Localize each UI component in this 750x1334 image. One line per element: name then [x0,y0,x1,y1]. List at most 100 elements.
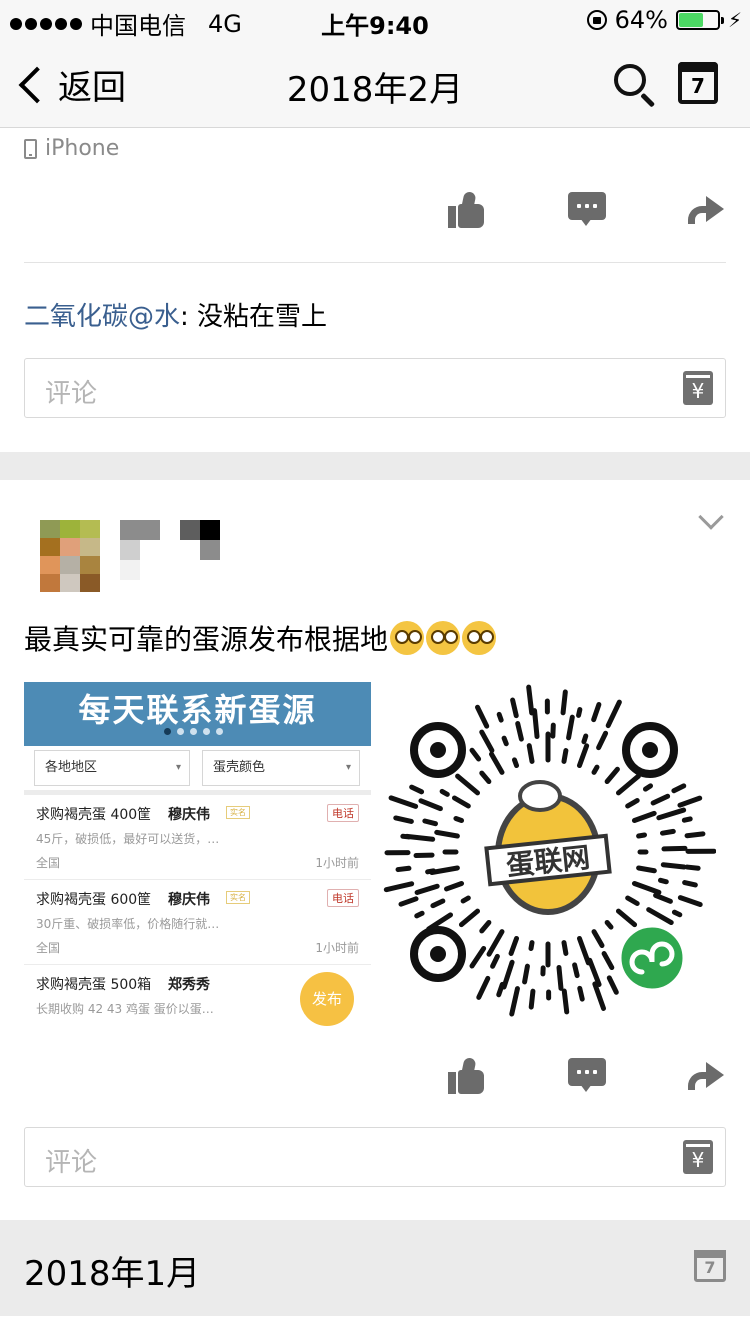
share-icon[interactable] [686,192,726,228]
post-separator [0,452,750,480]
listing-title: 求购褐壳蛋 600筐 [36,892,152,908]
battery-fill [678,13,704,27]
post-image-app-screenshot[interactable]: 每天联系新蛋源 各地地区 蛋壳颜色 求购褐壳蛋 400筐 穆庆伟 实名 电话 4… [24,682,371,1028]
listing-name: 穆庆伟 [168,807,210,823]
source-label: iPhone [45,136,120,161]
emoji-icon [426,621,461,655]
qr-module [636,832,648,839]
comment-input[interactable]: 评论 ¥ [24,1127,726,1187]
qr-module [660,862,687,870]
shell-color-filter: 蛋壳颜色 [202,750,360,786]
qr-module [560,689,568,716]
comment-input[interactable]: 评论 ¥ [24,358,726,418]
qr-module [671,783,687,794]
comment-text: 没粘在雪上 [197,302,328,332]
avatar[interactable] [40,520,100,592]
qr-module [476,975,491,1000]
carousel-dots [164,728,223,735]
calendar-day: 7 [704,1258,716,1277]
qr-module [510,697,519,719]
listing-desc: 45斤，破损低，最好可以送货，… [36,832,220,846]
qr-module [458,908,481,928]
qr-module [526,684,535,716]
qr-module [388,795,419,809]
qr-module [591,702,602,723]
yen-icon[interactable]: ¥ [683,371,713,405]
qr-module [398,896,419,907]
qr-module [490,953,500,969]
verified-badge: 实名 [226,806,250,819]
qr-module [455,773,481,796]
calendar-icon[interactable]: 7 [694,1250,726,1282]
qr-module [561,988,570,1015]
yen-icon[interactable]: ¥ [683,1140,713,1174]
nav-bar: 返回 2018年2月 7 [0,40,750,128]
battery-icon [675,10,724,30]
app-banner: 每天联系新蛋源 [24,682,371,746]
qr-module [479,729,495,753]
qr-module [650,793,671,806]
qr-module [646,907,674,926]
qr-module [501,959,515,990]
listing-name: 郑秀秀 [168,977,210,993]
qr-module [393,815,414,824]
share-icon[interactable] [686,1058,726,1094]
qr-module [486,929,505,957]
comment-placeholder: 评论 [45,379,98,409]
qr-module [561,748,569,764]
qr-module [636,865,657,874]
qr-module [475,704,490,729]
qr-module [409,784,425,795]
qr-module [615,773,641,796]
status-bar: 中国电信 4G 上午9:40 64% ⚡ [0,0,750,40]
qr-module [576,935,591,966]
qr-module [444,880,465,892]
comment-user-link[interactable]: 二氧化碳@水 [24,302,180,332]
qr-module [496,711,504,723]
qr-module [451,795,471,809]
calendar-icon[interactable]: 7 [678,62,718,104]
qr-module [684,831,706,839]
comment-item: 二氧化碳@水: 没粘在雪上 [24,296,327,333]
dropdown-chevron-icon[interactable] [698,504,724,530]
listing-desc: 长期收购 42 43 鸡蛋 蛋价以蛋… [36,1002,214,1016]
qr-module [682,880,698,888]
qr-module [596,730,609,751]
qr-module [528,940,535,952]
calendar-day: 7 [691,74,705,98]
qr-module [489,751,505,775]
comment-icon[interactable] [568,1058,606,1094]
qr-module [479,770,492,785]
comment-separator: : [180,302,198,332]
qr-module [460,895,471,904]
qr-module [604,766,620,785]
qr-module [526,743,535,764]
battery-percent: 64% [614,6,668,34]
post-actions [440,190,730,242]
qr-module [615,908,638,928]
comment-icon[interactable] [568,192,606,228]
divider [24,790,371,795]
qr-module [532,708,540,740]
comment-placeholder: 评论 [45,1148,98,1178]
mini-program-qr-code[interactable]: 蛋联网 [380,684,716,1020]
qr-module [677,795,703,808]
like-icon[interactable] [448,1056,484,1094]
qr-module [509,986,520,1017]
status-right: 64% ⚡ [586,6,742,34]
qr-module [661,845,688,852]
qr-module [425,868,437,875]
qr-module [508,935,520,956]
qr-module [469,747,482,762]
qr-module [656,807,687,821]
user-name[interactable] [120,520,230,580]
search-icon[interactable] [612,62,656,108]
qr-module [591,929,605,949]
qr-module [422,818,439,827]
emoji-icon [462,621,497,655]
qr-module [625,895,640,906]
qr-module [414,883,440,895]
like-icon[interactable] [448,190,484,228]
listing-desc: 30斤重、破损率低，价格随行就… [36,917,220,931]
qr-module [591,764,600,775]
